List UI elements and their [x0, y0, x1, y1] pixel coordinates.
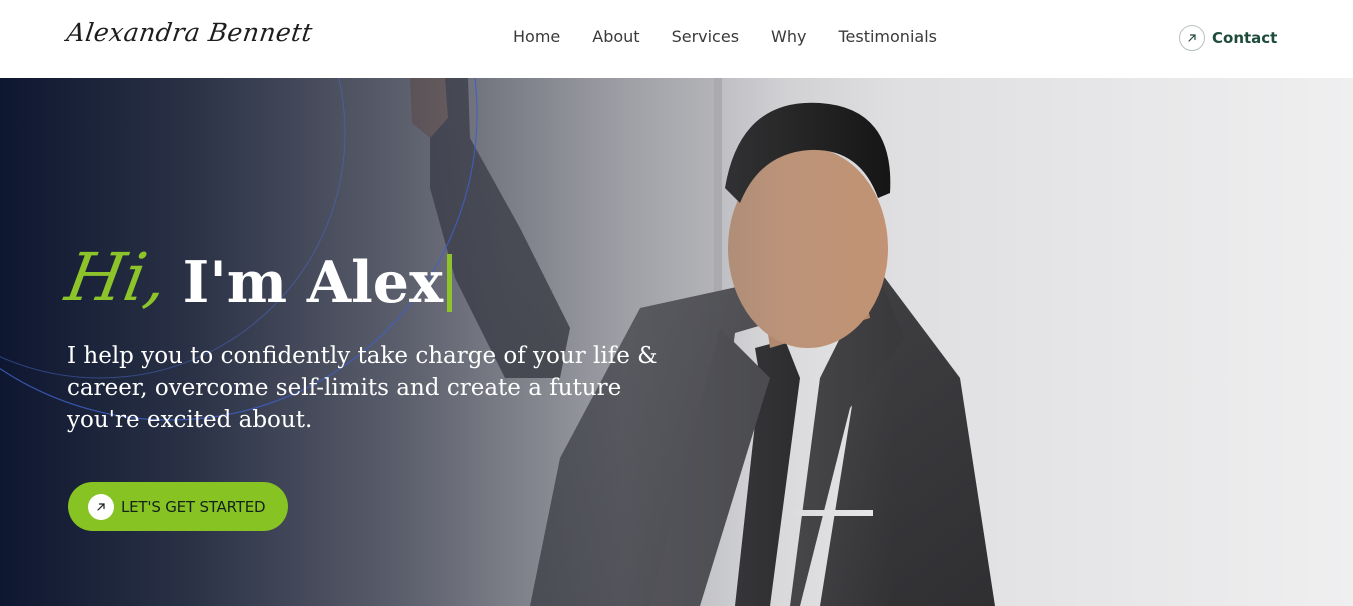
nav-item-home[interactable]: Home: [513, 27, 560, 47]
hero-name: I'm Alex: [182, 249, 444, 316]
get-started-label: LET'S GET STARTED: [121, 497, 266, 516]
arrow-up-right-icon: [1179, 24, 1205, 51]
hero-tagline: I help you to confidently take charge of…: [67, 343, 658, 433]
nav-item-services[interactable]: Services: [672, 27, 739, 47]
site-header: Alexandra Bennett Home About Services Wh…: [0, 0, 1353, 78]
site-logo[interactable]: Alexandra Bennett: [65, 18, 315, 47]
get-started-button[interactable]: LET'S GET STARTED: [68, 482, 288, 531]
arrow-up-right-icon: [88, 493, 114, 520]
nav-item-about[interactable]: About: [592, 27, 639, 47]
contact-label: Contact: [1212, 28, 1278, 47]
hero-section: Hi, I'm Alex I help you to confidently t…: [0, 78, 1353, 606]
main-nav: Home About Services Why Testimonials: [513, 27, 969, 47]
hero-greeting: Hi, I'm Alex: [60, 226, 453, 316]
hi-text: Hi,: [60, 239, 174, 316]
nav-item-testimonials[interactable]: Testimonials: [838, 27, 937, 47]
typing-cursor: [447, 254, 453, 312]
contact-link[interactable]: Contact: [1179, 24, 1277, 51]
nav-item-why[interactable]: Why: [771, 27, 806, 47]
